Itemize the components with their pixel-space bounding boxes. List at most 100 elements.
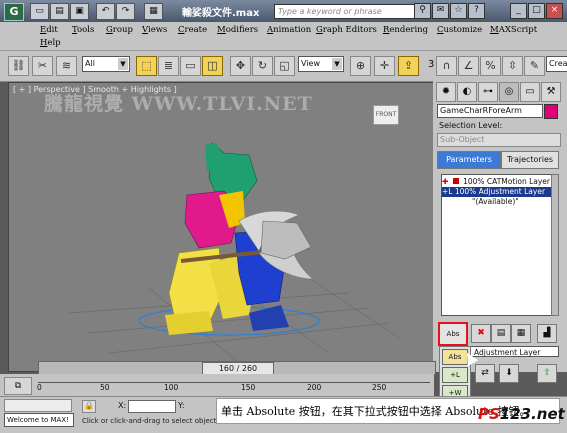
collapse-layer-icon[interactable]: ⬇ <box>499 364 519 383</box>
window-title: 輸娑殺文件.max <box>182 8 260 19</box>
pivot-center-icon[interactable]: ⊕ <box>350 56 371 76</box>
redo-icon[interactable]: ↷ <box>116 3 135 20</box>
keyboard-shortcut-override-icon[interactable]: ⇪ <box>398 56 419 76</box>
mini-curve-editor-icon[interactable]: ⧉ <box>4 377 32 395</box>
bind-spacewarp-icon[interactable]: ≋ <box>56 56 77 76</box>
create-tab-icon[interactable]: ✹ <box>436 82 456 102</box>
layer-color-swatch <box>452 178 459 184</box>
chevron-down-icon: ▼ <box>118 58 128 70</box>
tick-label: 50 <box>100 383 110 392</box>
time-slider[interactable]: 160 / 260 <box>38 361 436 375</box>
layer-icon: ✚ <box>442 177 449 186</box>
tick-label: 100 <box>164 383 179 392</box>
absolute-layer-button[interactable]: Abs <box>438 322 468 346</box>
lock-selection-icon[interactable]: 🔒 <box>82 400 96 413</box>
copy-layer-icon[interactable]: ▤ <box>491 324 511 343</box>
named-selection-dropdown[interactable]: Crea <box>546 56 567 72</box>
subscription-icon[interactable]: ✉ <box>432 3 449 19</box>
menu-create[interactable]: Create <box>178 25 207 35</box>
menu-help[interactable]: Help <box>40 38 61 48</box>
coord-y-label: Y: <box>178 401 185 410</box>
maxscript-mini-listener-top[interactable] <box>4 399 72 412</box>
favorites-icon[interactable]: ☆ <box>450 3 467 19</box>
percent-snap-icon[interactable]: % <box>480 56 501 76</box>
close-button[interactable]: × <box>546 3 563 19</box>
help-icon[interactable]: ? <box>468 3 485 19</box>
tab-parameters[interactable]: Parameters <box>437 151 501 169</box>
layer-list: ✚ 100% CATMotion Layer +L 100% Adjustmen… <box>441 174 553 316</box>
object-name-field[interactable]: GameCharRForeArm <box>437 104 543 118</box>
modify-tab-icon[interactable]: ◐ <box>457 82 477 102</box>
new-file-icon[interactable]: ▭ <box>30 3 49 20</box>
coord-x-field[interactable] <box>128 400 176 413</box>
app-logo[interactable]: G <box>4 3 24 21</box>
undo-icon[interactable]: ↶ <box>96 3 115 20</box>
select-link-icon[interactable]: ⛓ <box>8 56 29 76</box>
unlink-icon[interactable]: ✂ <box>32 56 53 76</box>
menu-graph-editors[interactable]: Graph Editors <box>316 25 377 35</box>
move-icon[interactable]: ✥ <box>230 56 251 76</box>
menu-modifiers[interactable]: Modifiers <box>217 25 258 35</box>
layer-name: "(Available)" <box>472 197 519 206</box>
tick-label: 150 <box>241 383 256 392</box>
object-color-swatch[interactable] <box>544 104 558 119</box>
menu-maxscript[interactable]: MAXScript <box>490 25 537 35</box>
open-file-icon[interactable]: ▤ <box>50 3 69 20</box>
edit-named-selection-icon[interactable]: ✎ <box>524 56 545 76</box>
sub-object-dropdown[interactable]: Sub-Object <box>437 133 561 147</box>
scale-icon[interactable]: ◱ <box>274 56 295 76</box>
save-icon[interactable]: ▣ <box>70 3 89 20</box>
selection-filter-dropdown[interactable]: All ▼ <box>82 56 130 72</box>
select-by-name-icon[interactable]: ≣ <box>158 56 179 76</box>
site-logo-left: PS <box>478 405 500 423</box>
menu-views[interactable]: Views <box>142 25 167 35</box>
snap-toggle-label[interactable]: 3 <box>428 59 434 70</box>
main-toolbar: ⛓ ✂ ≋ All ▼ ⬚ ≣ ▭ ◫ ✥ ↻ ◱ View ▼ ⊕ ✛ ⇪ 3… <box>0 50 567 82</box>
select-manipulate-icon[interactable]: ✛ <box>374 56 395 76</box>
list-item[interactable]: "(Available)" <box>442 197 552 207</box>
angle-snap-icon[interactable]: ∠ <box>458 56 479 76</box>
viewport-scene <box>68 142 400 364</box>
site-logo-right: 123.net <box>499 405 565 423</box>
spinner-snap-icon[interactable]: ⇳ <box>502 56 523 76</box>
watermark: 騰龍視覺 WWW.TLVI.NET <box>44 93 313 115</box>
list-item[interactable]: +L 100% Adjustment Layer <box>442 187 552 197</box>
command-panel: ✹ ◐ ⊶ ◎ ▭ ⚒ GameCharRForeArm Selection L… <box>433 80 567 408</box>
viewcube[interactable]: FRONT <box>373 105 399 125</box>
layer-options-icon[interactable]: ⇄ <box>475 364 495 383</box>
maximize-button[interactable]: □ <box>528 3 545 19</box>
hierarchy-tab-icon[interactable]: ⊶ <box>478 82 498 102</box>
utilities-tab-icon[interactable]: ⚒ <box>541 82 561 102</box>
menu-tools[interactable]: Tools <box>72 25 94 35</box>
move-layer-up-icon[interactable]: ⇧ <box>537 364 557 383</box>
display-tab-icon[interactable]: ▭ <box>520 82 540 102</box>
minimize-button[interactable]: _ <box>510 3 527 19</box>
snaps-toggle-icon[interactable]: ∩ <box>436 56 457 76</box>
select-object-icon[interactable]: ⬚ <box>136 56 157 76</box>
track-bar[interactable]: ⧉ 0 50 100 150 200 250 <box>0 374 434 396</box>
layer-list-scrollbar[interactable] <box>551 174 559 316</box>
menu-animation[interactable]: Animation <box>267 25 311 35</box>
search-icon[interactable]: ⚲ <box>414 3 431 19</box>
layer-manager-icon[interactable]: ▟ <box>537 324 557 343</box>
tab-trajectories[interactable]: Trajectories <box>501 151 559 169</box>
remove-layer-icon[interactable]: ✖ <box>471 324 491 343</box>
flyout-item-adjustment[interactable]: +L <box>442 367 468 383</box>
rectangular-selection-icon[interactable]: ▭ <box>180 56 201 76</box>
menu-customize[interactable]: Customize <box>437 25 482 35</box>
paste-layer-icon[interactable]: ▦ <box>511 324 531 343</box>
rotate-icon[interactable]: ↻ <box>252 56 273 76</box>
menu-group[interactable]: Group <box>106 25 133 35</box>
search-input[interactable]: Type a keyword or phrase <box>274 4 415 19</box>
reference-coordinate-dropdown[interactable]: View ▼ <box>298 56 344 72</box>
window-crossing-icon[interactable]: ◫ <box>202 56 223 76</box>
perspective-viewport[interactable]: [ + ] Perspective ] Smooth + Highlights … <box>8 82 434 372</box>
site-logo: PS123.net <box>478 405 565 423</box>
project-folder-icon[interactable]: ▦ <box>144 3 163 20</box>
motion-tab-icon[interactable]: ◎ <box>499 82 519 102</box>
character-model <box>165 142 314 335</box>
menu-rendering[interactable]: Rendering <box>383 25 428 35</box>
maxscript-listener[interactable]: Welcome to MAX! <box>4 413 74 427</box>
menu-edit[interactable]: Edit <box>40 25 58 35</box>
list-item[interactable]: ✚ 100% CATMotion Layer <box>442 177 552 187</box>
